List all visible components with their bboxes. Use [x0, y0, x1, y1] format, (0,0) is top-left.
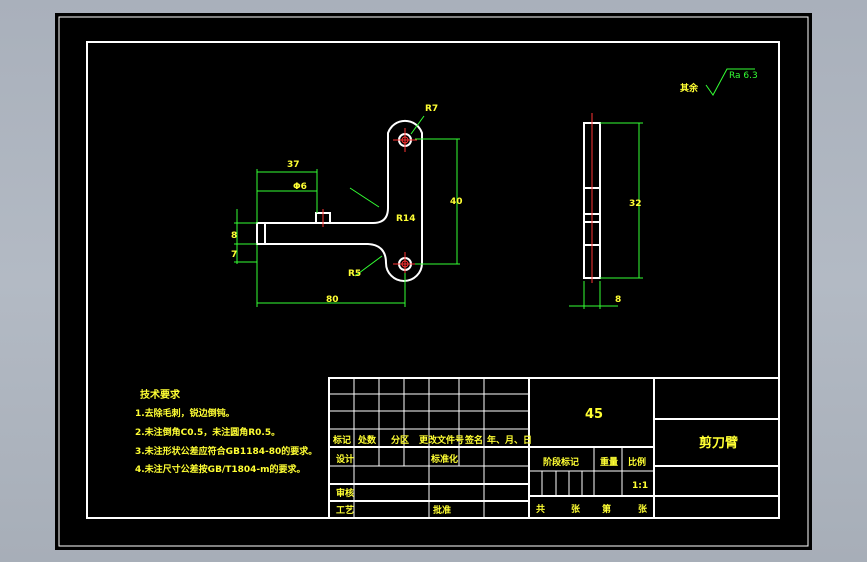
drawing-viewport[interactable]: 其余 Ra 6.3 37 Φ6 R7 R14 40 R5 80 8 7 32 8… — [55, 13, 812, 550]
label-total: 共 — [536, 503, 545, 515]
label-approve: 批准 — [433, 504, 451, 516]
dim-side-thickness: 8 — [615, 295, 621, 305]
dim-h7: 7 — [231, 250, 237, 260]
label-design: 设计 — [336, 453, 354, 465]
label-sheets-2: 张 — [638, 503, 648, 515]
tech-item-3: 3.未注形状公差应符合GB1184-80的要求。 — [135, 445, 317, 457]
dim-side-height: 32 — [629, 199, 642, 209]
tech-item-1: 1.去除毛刺，锐边倒钝。 — [135, 407, 235, 419]
part-name: 剪刀臂 — [699, 435, 738, 451]
label-sheet-no: 第 — [602, 503, 611, 515]
tech-item-2: 2.未注倒角C0.5，未注圆角R0.5。 — [135, 426, 280, 438]
dim-phi6: Φ6 — [293, 182, 307, 192]
header-zone: 分区 — [391, 434, 409, 446]
dimensions-front: 37 Φ6 R7 R14 40 R5 80 8 7 — [231, 104, 463, 307]
dim-top-hole: R7 — [425, 104, 438, 114]
label-scale: 比例 — [628, 456, 646, 468]
label-stage-mark: 阶段标记 — [543, 456, 579, 468]
dim-h8: 8 — [231, 231, 237, 241]
header-sign: 签名 — [464, 434, 483, 446]
dim-37: 37 — [287, 160, 300, 170]
label-sheets: 张 — [571, 503, 581, 515]
header-change-doc: 更改文件号 — [419, 434, 464, 446]
label-review: 审核 — [336, 487, 354, 499]
tech-item-4: 4.未注尺寸公差按GB/T1804-m的要求。 — [135, 463, 306, 475]
tech-requirements: 技术要求 1.去除毛刺，锐边倒钝。 2.未注倒角C0.5，未注圆角R0.5。 3… — [135, 388, 317, 475]
roughness-value: Ra 6.3 — [729, 71, 758, 81]
cad-drawing: 其余 Ra 6.3 37 Φ6 R7 R14 40 R5 80 8 7 32 8… — [58, 16, 809, 547]
header-count: 处数 — [357, 434, 377, 446]
dim-80: 80 — [326, 295, 339, 305]
label-process: 工艺 — [336, 504, 354, 516]
label-weight: 重量 — [600, 456, 618, 468]
label-standardize: 标准化 — [430, 453, 458, 465]
title-block: 标记 处数 分区 更改文件号 签名 年、月、日 设计 标准化 审核 工艺 批准 … — [328, 377, 780, 519]
dim-h40: 40 — [450, 197, 463, 207]
scale-value: 1:1 — [632, 481, 648, 491]
dim-r14: R14 — [396, 214, 415, 224]
header-mark: 标记 — [332, 434, 351, 446]
dim-r5: R5 — [348, 269, 361, 279]
material: 45 — [585, 407, 603, 422]
part-side-view: 32 8 — [569, 113, 643, 309]
roughness-prefix: 其余 — [680, 82, 699, 94]
tech-title: 技术要求 — [140, 388, 181, 401]
header-date: 年、月、日 — [487, 434, 532, 446]
part-front-view — [256, 119, 423, 282]
